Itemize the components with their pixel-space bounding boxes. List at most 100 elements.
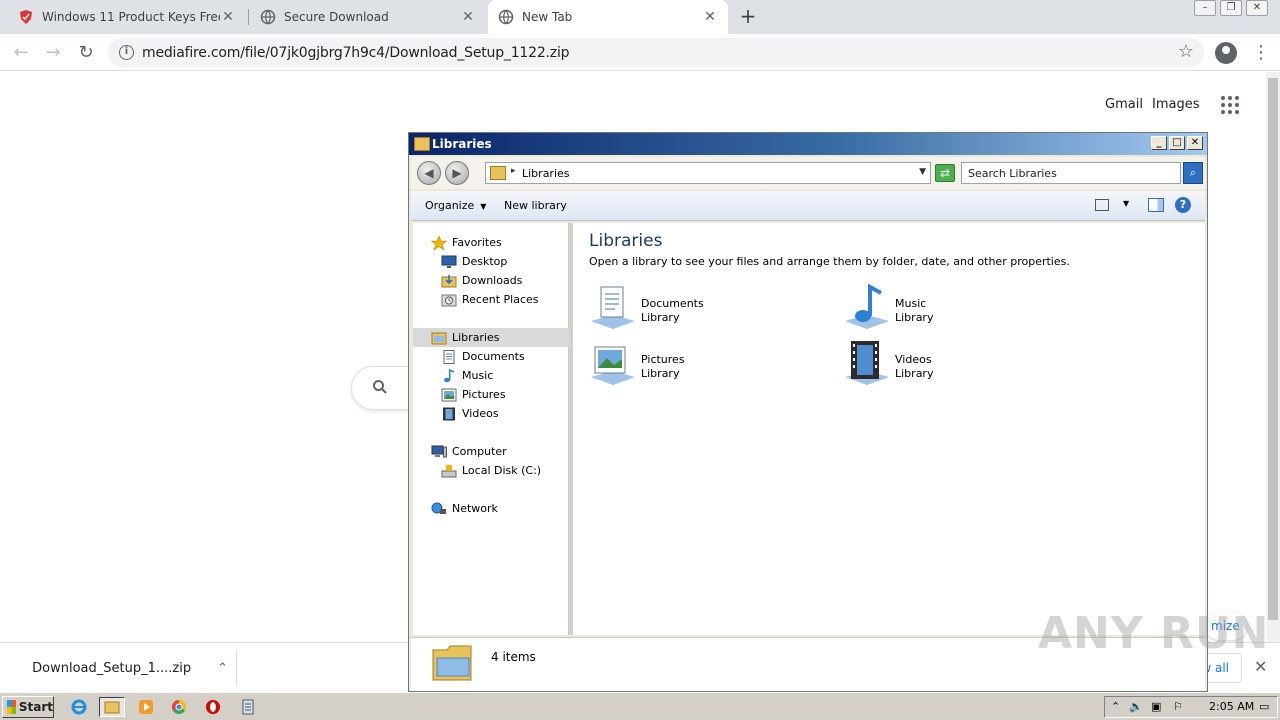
nav-item-local-disk[interactable]: Local Disk (C:) <box>413 461 569 480</box>
action-center-flag-icon[interactable]: ⚐ <box>1173 700 1183 713</box>
chevron-down-icon[interactable]: ▼ <box>919 167 926 177</box>
clock[interactable]: 2:05 AM <box>1209 700 1254 713</box>
gmail-link[interactable]: Gmail <box>1105 97 1143 112</box>
chrome-icon[interactable] <box>166 697 192 717</box>
tab-secure-download[interactable]: Secure Download ✕ <box>250 0 486 34</box>
pictures-library-icon <box>591 346 635 385</box>
item-count: 4 items <box>491 650 536 664</box>
tab-close-icon[interactable]: ✕ <box>460 9 476 25</box>
library-music[interactable]: Music Library <box>843 283 1063 333</box>
network-status-icon[interactable]: ▣ <box>1151 700 1161 713</box>
internet-explorer-icon[interactable] <box>66 697 92 717</box>
breadcrumb-arrow-icon[interactable]: ▸ <box>511 166 516 176</box>
nav-item-favorites[interactable]: Favorites <box>413 233 569 252</box>
tab-new-tab[interactable]: New Tab ✕ <box>488 0 728 34</box>
search-libraries-field[interactable] <box>961 162 1181 184</box>
forward-arrow-icon[interactable]: ▶ <box>445 161 469 185</box>
close-icon[interactable]: ✕ <box>1246 0 1268 16</box>
notepad-icon[interactable] <box>235 697 261 717</box>
reload-icon[interactable]: ↻ <box>75 42 97 64</box>
url-text[interactable]: mediafire.com/file/07jk0gjbrg7h9c4/Downl… <box>142 45 570 61</box>
back-arrow-icon[interactable]: ← <box>10 42 32 64</box>
menu-kebab-icon[interactable]: ⋮ <box>1252 42 1270 64</box>
tab-divider <box>248 9 249 25</box>
volume-icon[interactable]: 🔈 <box>1129 700 1143 713</box>
refresh-icon[interactable]: ⇄ <box>935 164 955 182</box>
opera-icon[interactable] <box>200 697 226 717</box>
libraries-content: Libraries Open a library to see your fil… <box>573 223 1205 635</box>
library-videos[interactable]: Videos Library <box>843 339 1063 389</box>
new-tab-button[interactable]: + <box>738 6 758 26</box>
library-type: Library <box>641 367 680 380</box>
search-input[interactable] <box>962 163 1180 183</box>
forward-arrow-icon[interactable]: → <box>42 42 64 64</box>
chevron-down-icon: ▼ <box>480 202 487 211</box>
nav-item-label: Music <box>462 369 494 382</box>
windows-logo-icon <box>7 700 16 714</box>
apps-grid-icon[interactable] <box>1221 96 1239 114</box>
page-scrollbar[interactable] <box>1266 72 1280 642</box>
preview-pane-icon[interactable] <box>1148 198 1164 212</box>
explorer-taskbar-icon[interactable] <box>99 697 125 717</box>
videos-library-icon <box>845 341 889 385</box>
tab-close-icon[interactable]: ✕ <box>220 9 236 25</box>
back-arrow-icon[interactable]: ◀ <box>417 161 441 185</box>
media-player-icon[interactable] <box>133 697 159 717</box>
download-divider <box>236 651 237 685</box>
tab-title: Windows 11 Product Keys Free (Wo <box>42 10 220 24</box>
library-documents[interactable]: Documents Library <box>589 283 809 333</box>
music-icon <box>441 368 457 383</box>
downloads-icon <box>441 274 457 288</box>
nav-item-libraries[interactable]: Libraries <box>413 328 569 347</box>
nav-item-music[interactable]: Music <box>413 366 569 385</box>
chevron-down-icon[interactable]: ▼ <box>1123 199 1129 208</box>
breadcrumb[interactable]: Libraries <box>522 167 570 180</box>
nav-item-pictures[interactable]: Pictures <box>413 385 569 404</box>
star-icon <box>430 234 448 251</box>
nav-item-network[interactable]: Network <box>413 499 569 518</box>
organize-button[interactable]: Organize ▼ <box>425 199 486 212</box>
nav-item-computer[interactable]: Computer <box>413 442 569 461</box>
nav-item-desktop[interactable]: Desktop <box>413 252 569 271</box>
page-description: Open a library to see your files and arr… <box>589 255 1070 268</box>
nav-item-documents[interactable]: Documents <box>413 347 569 366</box>
library-pictures[interactable]: Pictures Library <box>589 339 809 389</box>
explorer-address-bar[interactable]: ▸ Libraries ▼ <box>485 162 931 184</box>
close-shelf-icon[interactable]: ✕ <box>1254 657 1267 676</box>
library-type: Library <box>895 367 934 380</box>
start-label: Start <box>18 700 53 714</box>
help-icon[interactable]: ? <box>1175 197 1191 213</box>
command-bar: Organize ▼ New library ▼ ? <box>411 191 1205 221</box>
new-library-button[interactable]: New library <box>504 199 567 212</box>
download-item[interactable]: Download_Setup_1....zip ⌃ <box>18 657 228 679</box>
tab-product-keys[interactable]: Windows 11 Product Keys Free (Wo ✕ <box>8 0 246 34</box>
tab-close-icon[interactable]: ✕ <box>702 9 718 25</box>
chevron-up-icon[interactable]: ⌃ <box>217 661 228 676</box>
images-link[interactable]: Images <box>1152 97 1200 112</box>
scrollbar-thumb[interactable] <box>1268 78 1278 620</box>
bookmark-star-icon[interactable]: ☆ <box>1178 41 1194 62</box>
site-info-icon[interactable]: i <box>119 45 134 60</box>
explorer-titlebar[interactable]: Libraries _ □ ✕ <box>409 133 1207 155</box>
address-bar[interactable]: i mediafire.com/file/07jk0gjbrg7h9c4/Dow… <box>108 38 1204 67</box>
minimize-icon[interactable]: _ <box>1151 136 1167 150</box>
start-button[interactable]: Start <box>2 696 54 718</box>
library-type: Library <box>895 311 934 324</box>
restore-icon[interactable]: ❐ <box>1220 0 1242 16</box>
computer-icon <box>431 445 447 459</box>
library-type: Library <box>641 311 680 324</box>
profile-avatar-icon[interactable] <box>1215 42 1237 64</box>
maximize-icon[interactable]: □ <box>1169 136 1185 150</box>
nav-item-downloads[interactable]: Downloads <box>413 271 569 290</box>
search-icon <box>372 379 388 399</box>
nav-item-label: Documents <box>462 350 525 363</box>
show-desktop-icon[interactable]: ▭ <box>1259 700 1269 713</box>
anyrun-watermark: ANY RUN <box>1038 608 1270 659</box>
close-icon[interactable]: ✕ <box>1187 136 1203 150</box>
search-icon[interactable]: ⌕ <box>1183 162 1203 184</box>
change-view-icon[interactable] <box>1095 199 1109 211</box>
nav-item-videos[interactable]: Videos <box>413 404 569 423</box>
nav-item-recent-places[interactable]: Recent Places <box>413 290 569 309</box>
minimize-icon[interactable]: – <box>1194 0 1216 16</box>
show-hidden-icons-icon[interactable]: ⌃ <box>1111 700 1120 713</box>
